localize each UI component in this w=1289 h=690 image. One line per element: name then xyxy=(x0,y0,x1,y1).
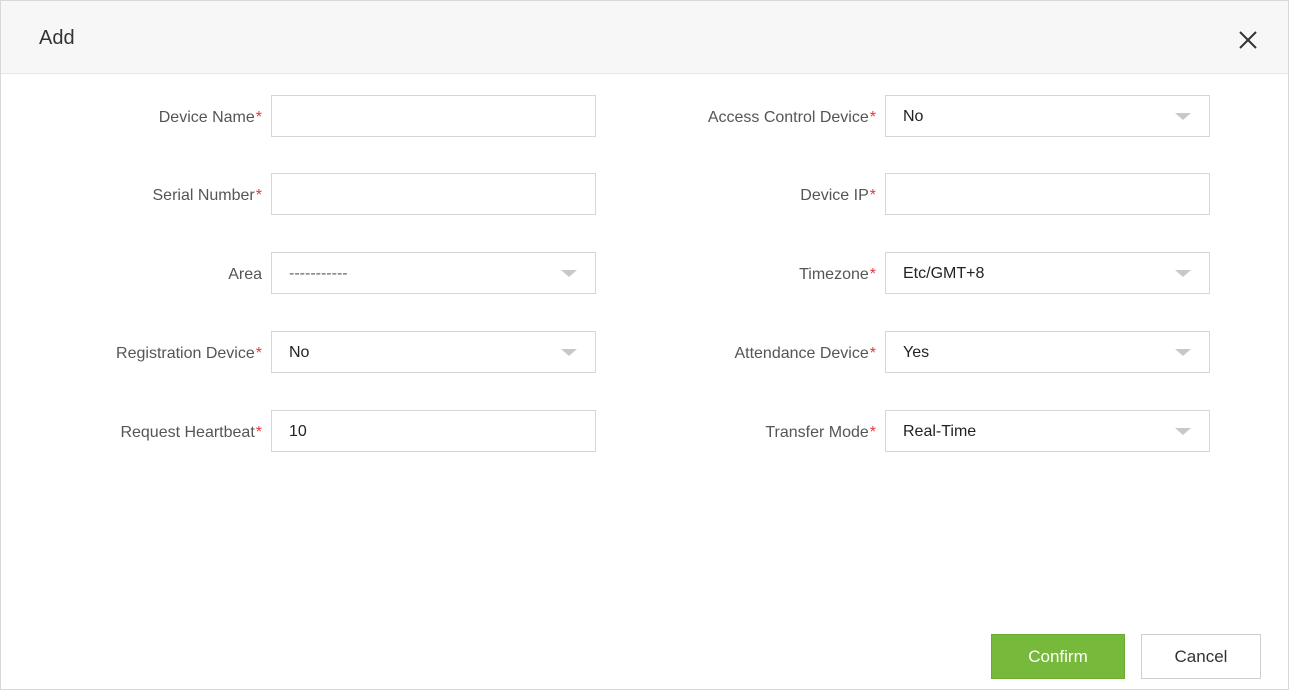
serial-number-label: Serial Number* xyxy=(153,186,263,206)
area-select[interactable]: ----------- xyxy=(271,252,596,294)
required-mark: * xyxy=(869,345,876,362)
add-device-dialog: Add Device Name* Serial Number* Area ---… xyxy=(0,0,1289,690)
dialog-header: Add xyxy=(1,1,1288,74)
chevron-down-icon xyxy=(561,270,577,277)
timezone-label-text: Timezone xyxy=(799,266,869,283)
attendance-device-label-text: Attendance Device xyxy=(734,345,869,362)
device-name-input[interactable] xyxy=(271,95,596,137)
attendance-device-select[interactable]: Yes xyxy=(885,331,1210,373)
chevron-down-icon xyxy=(561,349,577,356)
dialog-title: Add xyxy=(39,27,75,49)
registration-device-label-text: Registration Device xyxy=(116,345,255,362)
access-control-device-value: No xyxy=(903,108,924,125)
close-icon[interactable] xyxy=(1237,29,1259,51)
access-control-device-select[interactable]: No xyxy=(885,95,1210,137)
device-name-label-text: Device Name xyxy=(158,109,255,126)
area-label-text: Area xyxy=(228,266,262,283)
transfer-mode-select[interactable]: Real-Time xyxy=(885,410,1210,452)
chevron-down-icon xyxy=(1175,270,1191,277)
request-heartbeat-label: Request Heartbeat* xyxy=(120,423,262,443)
transfer-mode-label: Transfer Mode* xyxy=(765,423,876,443)
device-name-label: Device Name* xyxy=(159,108,262,128)
serial-number-input[interactable] xyxy=(271,173,596,215)
registration-device-label: Registration Device* xyxy=(116,344,262,364)
device-ip-label-text: Device IP xyxy=(800,187,869,204)
chevron-down-icon xyxy=(1175,349,1191,356)
required-mark: * xyxy=(255,109,262,126)
required-mark: * xyxy=(869,187,876,204)
attendance-device-value: Yes xyxy=(903,344,930,361)
required-mark: * xyxy=(255,345,262,362)
access-control-device-label-text: Access Control Device xyxy=(707,109,869,126)
chevron-down-icon xyxy=(1175,428,1191,435)
cancel-button[interactable]: Cancel xyxy=(1141,634,1261,679)
device-ip-input[interactable] xyxy=(885,173,1210,215)
required-mark: * xyxy=(869,266,876,283)
request-heartbeat-value: 10 xyxy=(289,423,307,440)
request-heartbeat-input[interactable]: 10 xyxy=(271,410,596,452)
transfer-mode-label-text: Transfer Mode xyxy=(765,424,869,441)
required-mark: * xyxy=(255,424,262,441)
device-ip-label: Device IP* xyxy=(800,186,876,206)
area-value: ----------- xyxy=(289,265,348,282)
request-heartbeat-label-text: Request Heartbeat xyxy=(120,424,255,441)
transfer-mode-value: Real-Time xyxy=(903,423,977,440)
registration-device-value: No xyxy=(289,344,310,361)
chevron-down-icon xyxy=(1175,113,1191,120)
required-mark: * xyxy=(869,424,876,441)
timezone-label: Timezone* xyxy=(799,265,876,285)
required-mark: * xyxy=(869,109,876,126)
confirm-button[interactable]: Confirm xyxy=(991,634,1125,679)
attendance-device-label: Attendance Device* xyxy=(734,344,876,364)
area-label: Area xyxy=(228,265,262,285)
timezone-select[interactable]: Etc/GMT+8 xyxy=(885,252,1210,294)
access-control-device-label: Access Control Device* xyxy=(708,108,876,128)
registration-device-select[interactable]: No xyxy=(271,331,596,373)
timezone-value: Etc/GMT+8 xyxy=(903,265,985,282)
serial-number-label-text: Serial Number xyxy=(152,187,255,204)
required-mark: * xyxy=(255,187,262,204)
